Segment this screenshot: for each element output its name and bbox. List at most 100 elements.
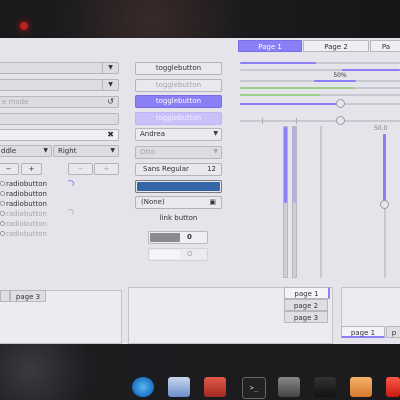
scale-knob[interactable] xyxy=(336,99,345,108)
vertical-scale-track[interactable] xyxy=(320,126,322,278)
chevron-down-icon[interactable]: ▼ xyxy=(102,80,118,90)
combo-align[interactable]: ddle ▼ xyxy=(0,145,52,157)
combo-disabled: Otto ▼ xyxy=(135,146,222,159)
chevron-down-icon[interactable]: ▼ xyxy=(102,63,118,73)
chevron-down-icon: ▼ xyxy=(213,148,218,155)
progress-label: 50% xyxy=(333,72,347,79)
spin-plus-button[interactable]: + xyxy=(21,163,42,175)
dock: >_ xyxy=(118,373,400,400)
tab-page-3[interactable]: Pa xyxy=(370,40,400,52)
spinner-icon-disabled xyxy=(67,209,74,216)
mode-entry[interactable]: e mode ↺ xyxy=(0,96,119,108)
switch-state: O xyxy=(187,250,193,258)
folder-icon[interactable] xyxy=(350,377,372,397)
chevron-down-icon[interactable]: ▼ xyxy=(43,147,48,154)
tab-vertical-page-2[interactable]: page 2 xyxy=(284,299,328,311)
radio-dot xyxy=(0,201,5,206)
togglebutton-2: togglebutton xyxy=(135,79,222,92)
switch-knob xyxy=(150,233,180,242)
radio-dot xyxy=(0,231,5,236)
switch-knob xyxy=(150,250,180,259)
combo-entry-2[interactable]: ▼ xyxy=(0,79,119,91)
file-chooser-button[interactable]: (None) ▣ xyxy=(135,196,222,209)
vertical-progress-fill xyxy=(284,127,287,203)
color-button[interactable] xyxy=(135,180,222,193)
progress-fill xyxy=(240,62,316,64)
color-swatch xyxy=(137,182,220,191)
combo-right-text: Right xyxy=(58,147,77,155)
tab-vertical-page-1[interactable]: page 1 xyxy=(284,287,330,299)
spinner-icon xyxy=(67,180,74,187)
tab-page-1[interactable]: Page 1 xyxy=(238,40,302,52)
empty-entry[interactable] xyxy=(0,113,119,125)
font-button-label: Sans Regular xyxy=(143,165,189,173)
scale-tick xyxy=(262,118,263,124)
scale-tick xyxy=(296,118,297,124)
acrobat-icon[interactable] xyxy=(386,377,400,397)
radio-dot xyxy=(0,181,5,186)
switch-2: O xyxy=(148,248,208,261)
radio-label: radiobutton xyxy=(6,210,47,218)
switch-state: 0 xyxy=(187,233,192,241)
vertical-progress-fill xyxy=(293,127,296,203)
file-icon: ▣ xyxy=(209,198,216,206)
link-button[interactable]: link button xyxy=(135,214,222,222)
font-button[interactable]: Sans Regular 12 xyxy=(135,163,222,176)
vertical-progress xyxy=(292,126,297,278)
undo-icon[interactable]: ↺ xyxy=(107,97,114,106)
progress-fill xyxy=(314,80,356,82)
level-fill xyxy=(240,87,355,89)
toolbox-icon[interactable] xyxy=(204,377,226,397)
combo-entry-1[interactable]: ▼ xyxy=(0,62,119,74)
chevron-down-icon[interactable]: ▼ xyxy=(213,130,218,137)
radio-dot xyxy=(0,211,5,216)
vertical-progress xyxy=(283,126,288,278)
clapper-icon[interactable] xyxy=(314,377,336,397)
combo-disabled-text: Otto xyxy=(140,148,156,156)
spin-minus-button[interactable]: − xyxy=(0,163,19,175)
vertical-scale-fill xyxy=(383,134,386,204)
spin-minus-disabled: − xyxy=(68,163,93,175)
scale-knob[interactable] xyxy=(336,116,345,125)
combo-font-family-text: Andrea xyxy=(140,130,165,138)
radio-group: radiobutton radiobutton radiobutton radi… xyxy=(0,179,120,239)
tab-page-2[interactable]: Page 2 xyxy=(303,40,369,52)
spin-plus-disabled: + xyxy=(94,163,119,175)
radio-dot xyxy=(0,191,5,196)
tab-vertical-page-3[interactable]: page 3 xyxy=(284,311,328,323)
file-chooser-label: (None) xyxy=(141,198,165,206)
clear-icon[interactable]: ✖ xyxy=(107,130,114,139)
combo-font-family[interactable]: Andrea ▼ xyxy=(135,128,222,141)
radio-dot xyxy=(0,221,5,226)
togglebutton-3[interactable]: togglebutton xyxy=(135,95,222,108)
terminal-icon[interactable]: >_ xyxy=(242,377,266,399)
mode-entry-text: e mode xyxy=(2,98,29,106)
desktop-background-top xyxy=(0,0,400,38)
tab-left-partial[interactable] xyxy=(0,290,10,302)
video-icon[interactable] xyxy=(278,377,300,397)
togglebutton-1[interactable]: togglebutton xyxy=(135,62,222,75)
radio-label: radiobutton xyxy=(6,230,47,238)
clearable-entry[interactable]: ✖ xyxy=(0,129,119,141)
radio-label: radiobutton xyxy=(6,190,47,198)
progress-fill xyxy=(342,69,400,71)
radio-label: radiobutton xyxy=(6,180,47,188)
finder-icon[interactable] xyxy=(168,377,190,397)
scale-fill xyxy=(240,103,340,105)
gtk-demo-window: Page 1 Page 2 Pa ▼ ▼ e mode ↺ ✖ ddle ▼ R… xyxy=(0,38,400,344)
radio-label: radiobutton xyxy=(6,200,47,208)
scale-track[interactable] xyxy=(240,120,400,122)
vertical-scale-knob[interactable] xyxy=(380,200,389,209)
combo-right[interactable]: Right ▼ xyxy=(53,145,119,157)
tab-bottom-page-1[interactable]: page 1 xyxy=(341,326,385,338)
combo-align-text: ddle xyxy=(1,147,17,155)
tab-page-3-left[interactable]: page 3 xyxy=(10,290,46,302)
font-button-size: 12 xyxy=(207,165,216,173)
chevron-down-icon[interactable]: ▼ xyxy=(110,147,115,154)
tab-bottom-partial[interactable]: p xyxy=(386,326,400,338)
level-fill xyxy=(240,94,320,96)
switch-1[interactable]: 0 xyxy=(148,231,208,244)
radio-label: radiobutton xyxy=(6,220,47,228)
safari-icon[interactable] xyxy=(132,377,154,397)
red-light-decoration xyxy=(20,22,28,30)
